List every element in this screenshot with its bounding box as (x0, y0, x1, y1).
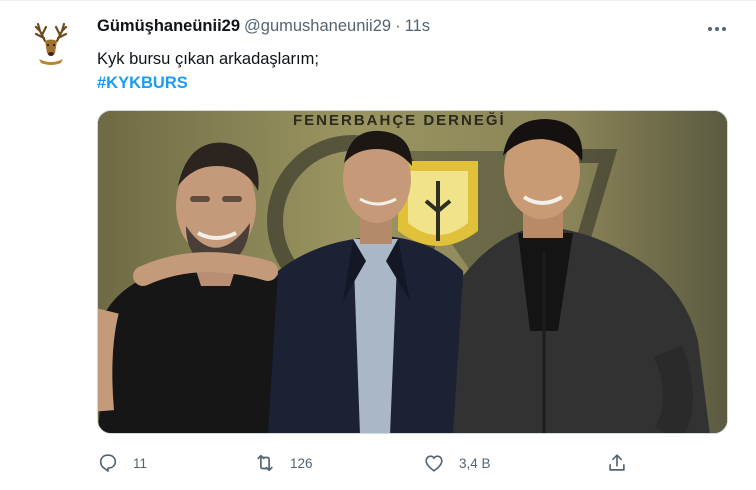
like-button[interactable]: 3,4 B (423, 449, 491, 477)
heart-icon (425, 455, 443, 472)
user-handle[interactable]: @gumushaneunii29 (244, 17, 391, 36)
deer-logo-icon (34, 22, 68, 65)
share-button[interactable] (606, 449, 628, 477)
hashtag-link[interactable]: #KYKBURS (97, 72, 188, 94)
tweet-text: Kyk bursu çıkan arkadaşlarım; (97, 50, 319, 68)
retweet-count: 126 (290, 455, 313, 471)
reply-icon (99, 454, 117, 472)
avatar[interactable] (26, 19, 76, 69)
display-name[interactable]: Gümüşhaneünii29 (97, 17, 240, 36)
tweet-actions: 11 126 3,4 B (97, 449, 637, 477)
retweet-icon (257, 454, 273, 472)
tweet-header: Gümüşhaneünii29 @gumushaneunii29 · 11s (97, 17, 430, 39)
reply-count: 11 (133, 455, 148, 471)
tweet[interactable]: Gümüşhaneünii29 @gumushaneunii29 · 11s K… (0, 0, 756, 490)
separator-dot: · (395, 17, 401, 35)
photo-three-men-image: FENERBAHÇE DERNEĞİ (98, 111, 727, 433)
more-options-button[interactable] (703, 15, 731, 43)
tweet-photo[interactable]: FENERBAHÇE DERNEĞİ (97, 110, 728, 434)
like-count: 3,4 B (459, 455, 491, 471)
photo-banner-text: FENERBAHÇE DERNEĞİ (293, 111, 506, 129)
reply-button[interactable]: 11 (97, 449, 147, 477)
retweet-button[interactable]: 126 (254, 449, 313, 477)
timestamp[interactable]: 11s (405, 17, 430, 36)
share-icon (609, 454, 625, 471)
more-horizontal-icon (708, 27, 726, 31)
